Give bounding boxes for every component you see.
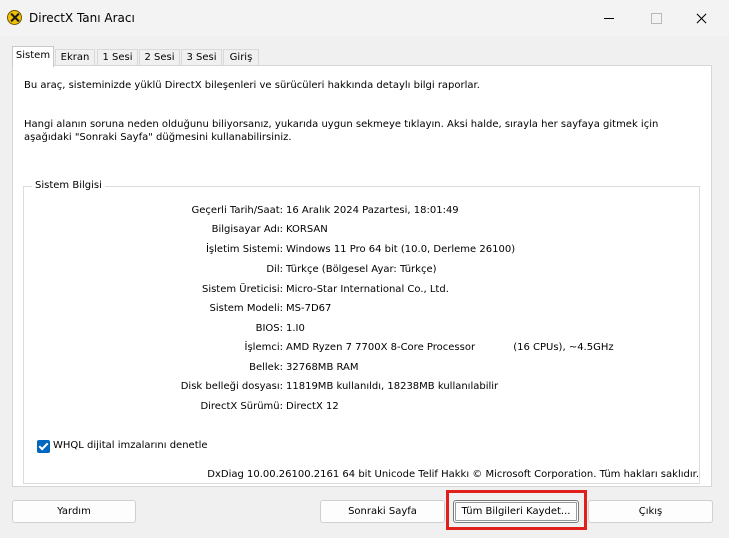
tab-giris[interactable]: Giriş bbox=[223, 49, 259, 66]
info-row-page-file: Disk belleği dosyası: 11819MB kullanıldı… bbox=[24, 381, 701, 397]
info-value: Türkçe (Bölgesel Ayar: Türkçe) bbox=[286, 264, 437, 275]
tab-3-sesi[interactable]: 3 Sesi bbox=[181, 49, 222, 66]
info-label: İşlemci: bbox=[244, 342, 283, 353]
info-value: MS-7D67 bbox=[286, 303, 332, 314]
copyright-footer: DxDiag 10.00.26100.2161 64 bit Unicode T… bbox=[207, 469, 699, 480]
info-label: BIOS: bbox=[255, 323, 283, 334]
info-value: Micro-Star International Co., Ltd. bbox=[286, 284, 449, 295]
window-title: DirectX Tanı Aracı bbox=[29, 11, 135, 25]
info-label: Sistem Üreticisi: bbox=[201, 284, 283, 295]
info-row-bios: BIOS: 1.I0 bbox=[24, 323, 701, 339]
info-label: İşletim Sistemi: bbox=[205, 244, 283, 255]
help-button[interactable]: Yardım bbox=[12, 500, 136, 523]
whql-checkbox[interactable] bbox=[37, 440, 50, 453]
tab-1-sesi[interactable]: 1 Sesi bbox=[97, 49, 138, 66]
info-label: Disk belleği dosyası: bbox=[180, 381, 283, 392]
info-row-processor: İşlemci: AMD Ryzen 7 7700X 8-Core Proces… bbox=[24, 342, 701, 358]
instruction-text: Hangi alanın soruna neden olduğunu biliy… bbox=[24, 119, 659, 143]
title-bar: DirectX Tanı Aracı bbox=[0, 0, 729, 36]
info-value: DirectX 12 bbox=[286, 401, 339, 412]
info-label: Geçerli Tarih/Saat: bbox=[191, 205, 283, 216]
info-value: 1.I0 bbox=[286, 323, 305, 334]
system-info-group: Sistem Bilgisi Geçerli Tarih/Saat: 16 Ar… bbox=[23, 180, 701, 484]
maximize-button[interactable] bbox=[632, 4, 678, 32]
info-row-manufacturer: Sistem Üreticisi: Micro-Star Internation… bbox=[24, 284, 701, 300]
info-row-model: Sistem Modeli: MS-7D67 bbox=[24, 303, 701, 319]
info-label: DirectX Sürümü: bbox=[200, 401, 283, 412]
tab-2-sesi[interactable]: 2 Sesi bbox=[139, 49, 180, 66]
info-value: AMD Ryzen 7 7700X 8-Core Processor (16 C… bbox=[286, 342, 614, 353]
info-row-os: İşletim Sistemi: Windows 11 Pro 64 bit (… bbox=[24, 244, 701, 260]
tab-sistem[interactable]: Sistem bbox=[12, 46, 54, 67]
info-row-language: Dil: Türkçe (Bölgesel Ayar: Türkçe) bbox=[24, 264, 701, 280]
info-row-memory: Bellek: 32768MB RAM bbox=[24, 362, 701, 378]
info-label: Dil: bbox=[266, 264, 283, 275]
info-value: 16 Aralık 2024 Pazartesi, 18:01:49 bbox=[286, 205, 459, 216]
info-value: Windows 11 Pro 64 bit (10.0, Derleme 261… bbox=[286, 244, 516, 255]
info-row-directx-version: DirectX Sürümü: DirectX 12 bbox=[24, 401, 701, 417]
tab-panel-sistem: Bu araç, sisteminizde yüklü DirectX bile… bbox=[12, 65, 712, 487]
tab-ekran[interactable]: Ekran bbox=[55, 49, 95, 66]
info-label: Bilgisayar Adı: bbox=[211, 224, 283, 235]
info-row-datetime: Geçerli Tarih/Saat: 16 Aralık 2024 Pazar… bbox=[24, 205, 701, 221]
group-title: Sistem Bilgisi bbox=[32, 180, 105, 191]
whql-checkbox-label[interactable]: WHQL dijital imzalarını denetle bbox=[53, 440, 208, 451]
close-button[interactable] bbox=[679, 4, 725, 32]
save-all-info-button[interactable]: Tüm Bilgileri Kaydet... bbox=[453, 500, 579, 523]
info-label: Sistem Modeli: bbox=[209, 303, 283, 314]
intro-text: Bu araç, sisteminizde yüklü DirectX bile… bbox=[24, 80, 480, 91]
info-value: 32768MB RAM bbox=[286, 362, 359, 373]
info-value: 11819MB kullanıldı, 18238MB kullanılabil… bbox=[286, 381, 499, 392]
minimize-button[interactable] bbox=[586, 4, 632, 32]
exit-button[interactable]: Çıkış bbox=[588, 500, 713, 523]
directx-icon bbox=[7, 10, 22, 25]
info-value: KORSAN bbox=[286, 224, 328, 235]
info-label: Bellek: bbox=[249, 362, 283, 373]
next-page-button[interactable]: Sonraki Sayfa bbox=[320, 500, 445, 523]
info-row-computer-name: Bilgisayar Adı: KORSAN bbox=[24, 224, 701, 240]
